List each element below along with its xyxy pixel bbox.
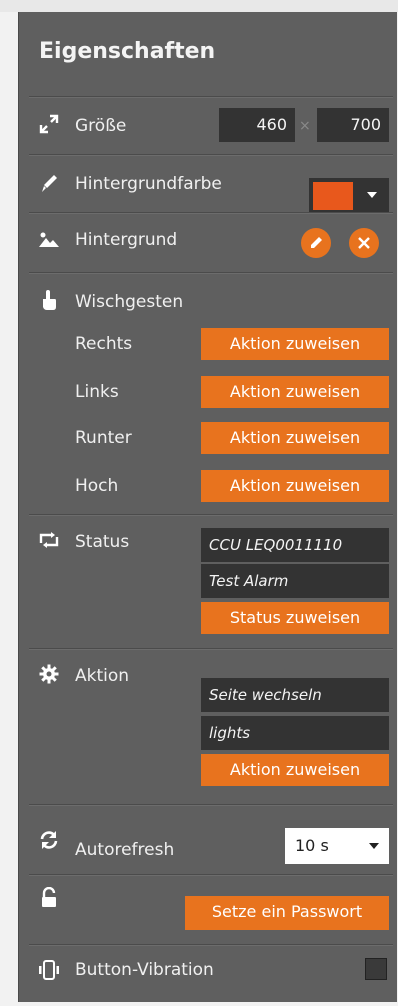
set-password-button[interactable]: Setze ein Passwort — [185, 896, 389, 930]
hand-pointer-icon — [37, 288, 61, 312]
panel-title: Eigenschaften — [39, 39, 216, 64]
close-icon — [358, 237, 370, 249]
color-picker[interactable] — [309, 178, 389, 214]
assign-status-button[interactable]: Status zuweisen — [201, 602, 389, 634]
swipe-up-label: Hoch — [75, 476, 119, 496]
remove-background-button[interactable] — [349, 228, 379, 258]
background-label: Hintergrund — [75, 230, 178, 250]
edit-background-button[interactable] — [301, 228, 331, 258]
retweet-icon — [37, 528, 61, 552]
bgcolor-label: Hintergrundfarbe — [75, 174, 222, 194]
resize-icon — [37, 112, 61, 136]
action-label: Aktion — [75, 666, 130, 686]
status-name-field[interactable]: Test Alarm — [201, 564, 389, 598]
divider — [29, 874, 393, 875]
top-strip — [0, 0, 398, 12]
pencil-icon — [311, 237, 322, 248]
divider — [29, 96, 393, 97]
height-input[interactable]: 700 — [317, 108, 389, 142]
color-swatch — [313, 182, 353, 210]
assign-swipe-down-button[interactable]: Aktion zuweisen — [201, 422, 389, 454]
chevron-down-icon — [367, 192, 377, 198]
swipe-label: Wischgesten — [75, 292, 184, 312]
autorefresh-select[interactable]: 10 s — [285, 828, 389, 864]
divider — [29, 514, 393, 515]
autorefresh-label: Autorefresh — [75, 840, 175, 860]
swipe-down-label: Runter — [75, 428, 132, 448]
divider — [29, 648, 393, 649]
times-separator: × — [299, 118, 311, 134]
chevron-down-icon — [369, 843, 379, 849]
action-type-field[interactable]: Seite wechseln — [201, 678, 389, 712]
action-target-field[interactable]: lights — [201, 716, 389, 750]
width-input[interactable]: 460 — [219, 108, 295, 142]
unlock-icon — [37, 886, 61, 910]
size-label: Größe — [75, 116, 127, 136]
divider — [29, 804, 393, 805]
status-label: Status — [75, 532, 130, 552]
assign-action-button[interactable]: Aktion zuweisen — [201, 754, 389, 786]
brush-icon — [37, 172, 61, 196]
assign-swipe-right-button[interactable]: Aktion zuweisen — [201, 328, 389, 360]
swipe-right-label: Rechts — [75, 334, 133, 354]
divider — [29, 212, 393, 213]
assign-swipe-up-button[interactable]: Aktion zuweisen — [201, 470, 389, 502]
divider — [29, 272, 393, 273]
gear-icon — [37, 662, 61, 686]
vibration-checkbox[interactable] — [365, 958, 387, 980]
vibration-label: Button-Vibration — [75, 960, 214, 980]
vibration-icon — [37, 958, 61, 982]
properties-panel: Eigenschaften Größe 460 × 700 Hintergrun… — [18, 12, 397, 1002]
assign-swipe-left-button[interactable]: Aktion zuweisen — [201, 376, 389, 408]
divider — [29, 944, 393, 945]
refresh-icon — [37, 828, 61, 852]
divider — [29, 154, 393, 155]
status-object-field[interactable]: CCU LEQ0011110 — [201, 528, 389, 562]
swipe-left-label: Links — [75, 382, 119, 402]
image-icon — [37, 228, 61, 252]
autorefresh-value: 10 s — [295, 836, 329, 855]
